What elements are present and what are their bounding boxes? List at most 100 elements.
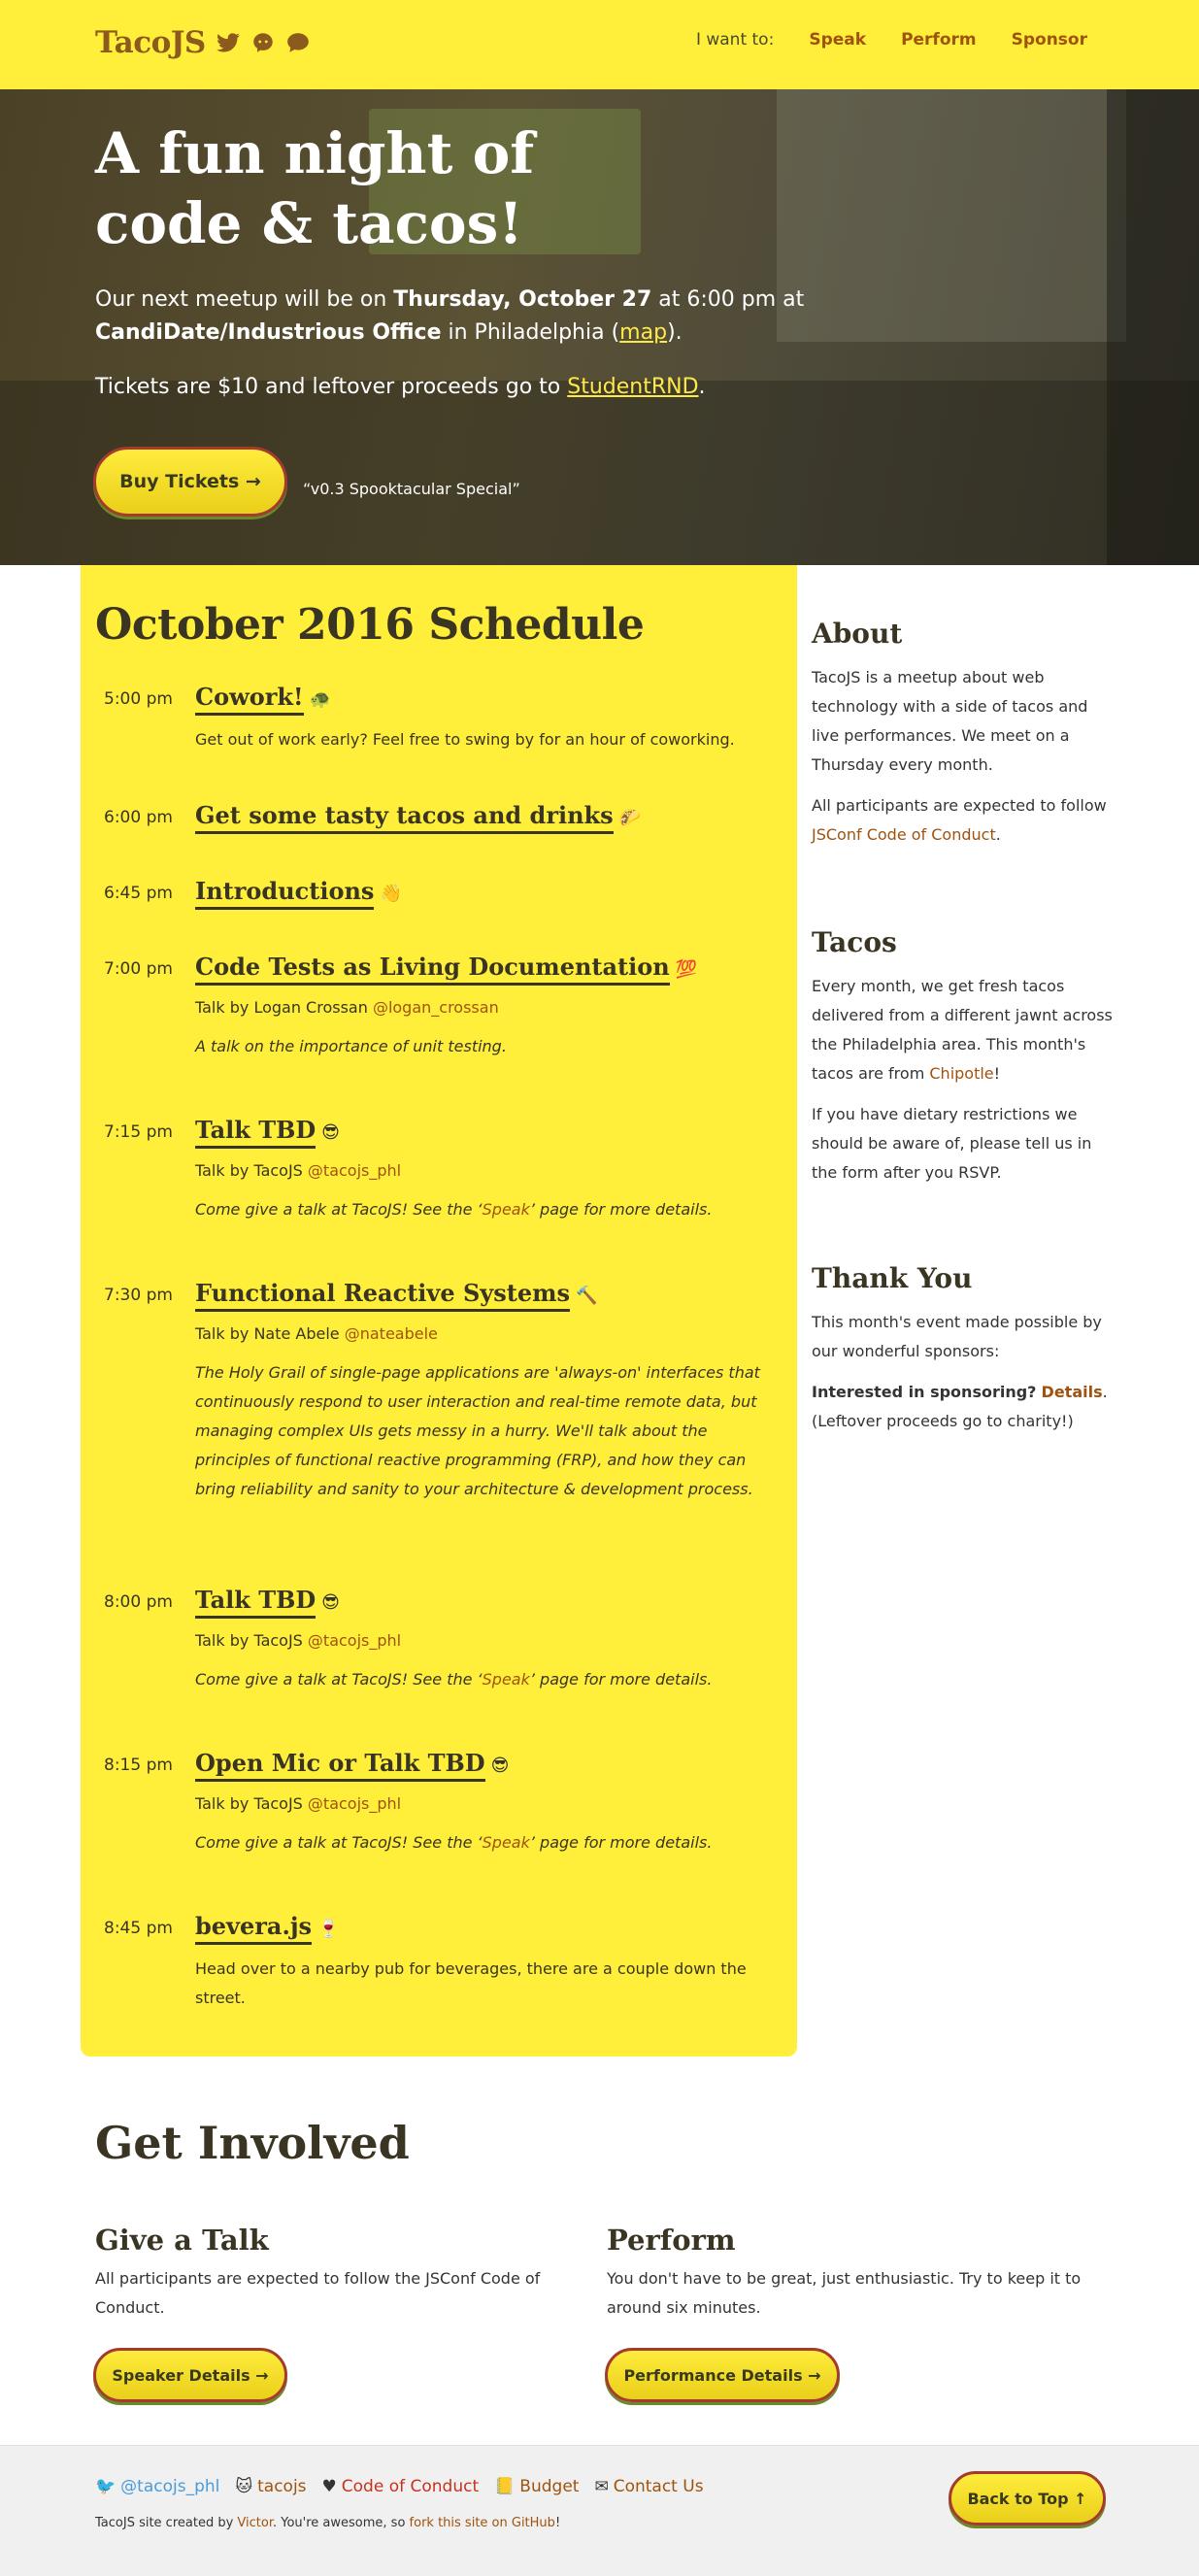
sponsoring-question: Interested in sponsoring?: [812, 1383, 1037, 1401]
ledger-icon: 📒: [494, 2477, 516, 2496]
chat-icon[interactable]: [285, 30, 311, 55]
event-title[interactable]: Talk TBD: [195, 1585, 316, 1619]
hero-venue: CandiDate/Industrious Office: [95, 320, 442, 345]
schedule-title: October 2016 Schedule: [95, 600, 645, 650]
speaker-handle-link[interactable]: @tacojs_phl: [308, 1161, 401, 1180]
speak-page-link[interactable]: Speak: [483, 1833, 530, 1852]
event-time: 8:15 pm: [104, 1756, 173, 1775]
author-link[interactable]: Victor: [237, 2516, 273, 2530]
perform-text: You don't have to be great, just enthusi…: [607, 2269, 1082, 2317]
event-title[interactable]: Introductions: [195, 876, 375, 910]
sunglasses-icon: 😎: [321, 1592, 340, 1613]
event-speaker: Talk by TacoJS @tacojs_phl: [195, 1628, 778, 1654]
map-link[interactable]: map: [619, 320, 667, 345]
event-speaker: Talk by TacoJS @tacojs_phl: [195, 1158, 778, 1184]
taco-icon: 🌮: [618, 808, 642, 828]
brand: TacoJS: [95, 25, 311, 60]
speaker-name: Talk by TacoJS: [195, 1161, 308, 1180]
fork-link[interactable]: fork this site on GitHub: [410, 2516, 555, 2530]
hero-title-line1: A fun night of: [95, 120, 535, 186]
event-time: 8:45 pm: [104, 1919, 173, 1938]
event-description: Come give a talk at TacoJS! See the ‘Spe…: [195, 1665, 778, 1694]
nav-link-perform[interactable]: Perform: [901, 30, 977, 50]
brand-logo-link[interactable]: TacoJS: [95, 25, 206, 60]
tacos-text: Every month, we get fresh tacos delivere…: [812, 972, 1113, 1088]
speaker-details-button[interactable]: Speaker Details →: [93, 2348, 287, 2402]
twitter-link[interactable]: @tacojs_phl: [120, 2477, 219, 2496]
footer-contact: ✉ Contact Us: [594, 2477, 703, 2496]
give-talk-text: All participants are expected to follow …: [95, 2269, 541, 2317]
performance-details-button[interactable]: Performance Details →: [605, 2348, 840, 2402]
footer-github: 🐱 tacojs: [235, 2477, 306, 2496]
sponsor-details-link[interactable]: Details: [1042, 1383, 1103, 1401]
hero-background-window: [777, 89, 1126, 342]
hero-title: A fun night of code & tacos!: [95, 118, 678, 258]
event-title[interactable]: Cowork!: [195, 682, 304, 716]
github-icon[interactable]: [250, 30, 276, 55]
chipotle-link[interactable]: Chipotle: [929, 1064, 993, 1083]
event-title[interactable]: Code Tests as Living Documentation: [195, 952, 670, 986]
footer-coc: ♥ Code of Conduct: [322, 2477, 480, 2496]
hero-ticket-info: Tickets are $10 and leftover proceeds go…: [95, 371, 706, 404]
perform-section: Perform You don't have to be great, just…: [607, 2224, 1092, 2323]
desc-pre: Come give a talk at TacoJS! See the ‘: [195, 1833, 483, 1852]
twitter-icon: 🐦: [95, 2477, 117, 2496]
hundred-icon: 💯: [675, 959, 698, 980]
hero-p2-pre: Tickets are $10 and leftover proceeds go…: [95, 375, 568, 399]
event-description: Come give a talk at TacoJS! See the ‘Spe…: [195, 1828, 778, 1857]
event-description: Come give a talk at TacoJS! See the ‘Spe…: [195, 1195, 778, 1224]
give-talk-heading: Give a Talk: [95, 2224, 269, 2257]
event-description: The Holy Grail of single-page applicatio…: [195, 1363, 760, 1498]
speaker-handle-link[interactable]: @nateabele: [345, 1324, 438, 1343]
thanks-text: This month's event made possible by our …: [812, 1313, 1102, 1360]
about-heading: About: [812, 618, 903, 650]
perform-heading: Perform: [607, 2224, 736, 2257]
budget-link[interactable]: Budget: [519, 2477, 579, 2496]
footer-twitter: 🐦 @tacojs_phl: [95, 2477, 219, 2496]
event-time: 8:00 pm: [104, 1592, 173, 1612]
event-time: 5:00 pm: [104, 689, 173, 709]
event-speaker: Talk by Logan Crossan @logan_crossan: [195, 995, 778, 1020]
twitter-icon[interactable]: [216, 30, 241, 55]
footer: 🐦 @tacojs_phl 🐱 tacojs ♥ Code of Conduct 📒 B…: [0, 2445, 1199, 2576]
nav-link-sponsor[interactable]: Sponsor: [1012, 30, 1087, 50]
speak-page-link[interactable]: Speak: [483, 1200, 530, 1219]
studentrnd-link[interactable]: StudentRND: [567, 375, 698, 399]
event-time: 7:15 pm: [104, 1122, 173, 1142]
event-title[interactable]: Talk TBD: [195, 1115, 316, 1149]
event-title[interactable]: Functional Reactive Systems: [195, 1278, 571, 1312]
buy-tickets-button[interactable]: Buy Tickets →: [93, 447, 287, 517]
thanks-section: Thank You This month's event made possib…: [812, 1262, 1113, 1448]
event-title[interactable]: Get some tasty tacos and drinks: [195, 800, 614, 834]
tacos-section: Tacos Every month, we get fresh tacos de…: [812, 926, 1113, 1199]
turtle-icon: 🐢: [309, 689, 332, 710]
event-description: Head over to a nearby pub for beverages,…: [195, 1959, 747, 2007]
hero-title-line2: code & tacos!: [95, 190, 523, 256]
event-title[interactable]: Open Mic or Talk TBD: [195, 1748, 485, 1782]
hero-p1-pre: Our next meetup will be on: [95, 287, 394, 312]
credit-end: !: [554, 2516, 561, 2530]
hero-p1-end: ).: [667, 320, 683, 345]
thanks-heading: Thank You: [812, 1262, 973, 1294]
hero-p1-post: in Philadelphia (: [441, 320, 620, 345]
nav-link-speak[interactable]: Speak: [809, 30, 866, 50]
sunglasses-icon: 😎: [490, 1756, 510, 1776]
speaker-handle-link[interactable]: @logan_crossan: [373, 998, 499, 1017]
speak-page-link[interactable]: Speak: [483, 1670, 530, 1689]
get-involved-heading: Get Involved: [95, 2117, 410, 2169]
code-of-conduct-link[interactable]: JSConf Code of Conduct: [812, 825, 996, 844]
event-speaker: Talk by Nate Abele @nateabele: [195, 1321, 778, 1347]
event-title[interactable]: bevera.js: [195, 1911, 313, 1945]
speaker-handle-link[interactable]: @tacojs_phl: [308, 1794, 401, 1813]
footer-credit: TacoJS site created by Victor. You're aw…: [95, 2516, 560, 2530]
main-nav: I want to: Speak Perform Sponsor: [696, 30, 1087, 50]
code-of-conduct-footer-link[interactable]: Code of Conduct: [342, 2477, 479, 2496]
event-speaker: Talk by TacoJS @tacojs_phl: [195, 1791, 778, 1817]
wine-glass-icon: 🍷: [317, 1919, 340, 1939]
envelope-icon: ✉: [594, 2477, 609, 2496]
speaker-handle-link[interactable]: @tacojs_phl: [308, 1631, 401, 1650]
back-to-top-button[interactable]: Back to Top ↑: [949, 2471, 1106, 2526]
heart-icon: ♥: [321, 2477, 337, 2496]
contact-link[interactable]: Contact Us: [614, 2477, 704, 2496]
github-link[interactable]: tacojs: [257, 2477, 306, 2496]
